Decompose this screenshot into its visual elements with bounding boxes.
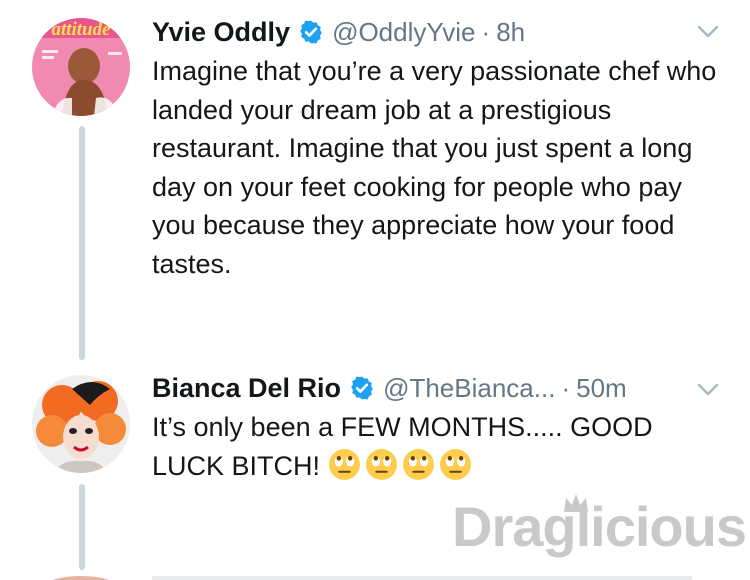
watermark: Draglicious bbox=[452, 494, 747, 574]
tweet-header: Bianca Del Rio @TheBianca... · 50m bbox=[152, 370, 627, 406]
timestamp[interactable]: 8h bbox=[496, 17, 525, 48]
verified-badge-icon bbox=[351, 376, 373, 400]
display-name[interactable]: Bianca Del Rio bbox=[152, 373, 341, 404]
crown-icon bbox=[564, 494, 588, 512]
eye-roll-emoji-icon bbox=[439, 448, 471, 480]
eye-roll-emoji-icon bbox=[328, 448, 360, 480]
eye-roll-emoji-icon bbox=[402, 448, 434, 480]
separator-dot: · bbox=[561, 372, 571, 403]
avatar-yvie-oddly[interactable]: attitude bbox=[32, 18, 130, 116]
profile-photo-image bbox=[32, 375, 130, 473]
avatar-bianca-del-rio[interactable] bbox=[32, 375, 130, 473]
timestamp[interactable]: 50m bbox=[576, 373, 627, 404]
magazine-cover-image: attitude bbox=[32, 18, 130, 116]
user-handle[interactable]: @OddlyYvie bbox=[332, 17, 475, 48]
display-name[interactable]: Yvie Oddly bbox=[152, 17, 290, 48]
thread-line bbox=[79, 126, 85, 360]
tweet-1[interactable]: attitude Yvie Oddly @OddlyYvie · 8h Imag… bbox=[0, 0, 750, 360]
watermark-text: Draglicious bbox=[452, 495, 747, 558]
eye-roll-emoji-icon bbox=[365, 448, 397, 480]
chevron-down-icon[interactable] bbox=[696, 24, 720, 40]
tweet-text: Imagine that you’re a very passionate ch… bbox=[152, 56, 724, 279]
user-handle[interactable]: @TheBianca... bbox=[383, 373, 555, 404]
tweet-text-container: It’s only been a FEW MONTHS..... GOOD LU… bbox=[152, 408, 727, 485]
emoji-group bbox=[328, 448, 476, 481]
thread-line bbox=[79, 484, 85, 570]
magazine-title: attitude bbox=[51, 19, 111, 40]
tweet-header: Yvie Oddly @OddlyYvie · 8h bbox=[152, 14, 525, 50]
next-tweet-partial bbox=[0, 570, 750, 580]
chevron-down-icon[interactable] bbox=[696, 382, 720, 398]
verified-badge-icon bbox=[300, 20, 322, 44]
separator-dot: · bbox=[481, 16, 491, 47]
